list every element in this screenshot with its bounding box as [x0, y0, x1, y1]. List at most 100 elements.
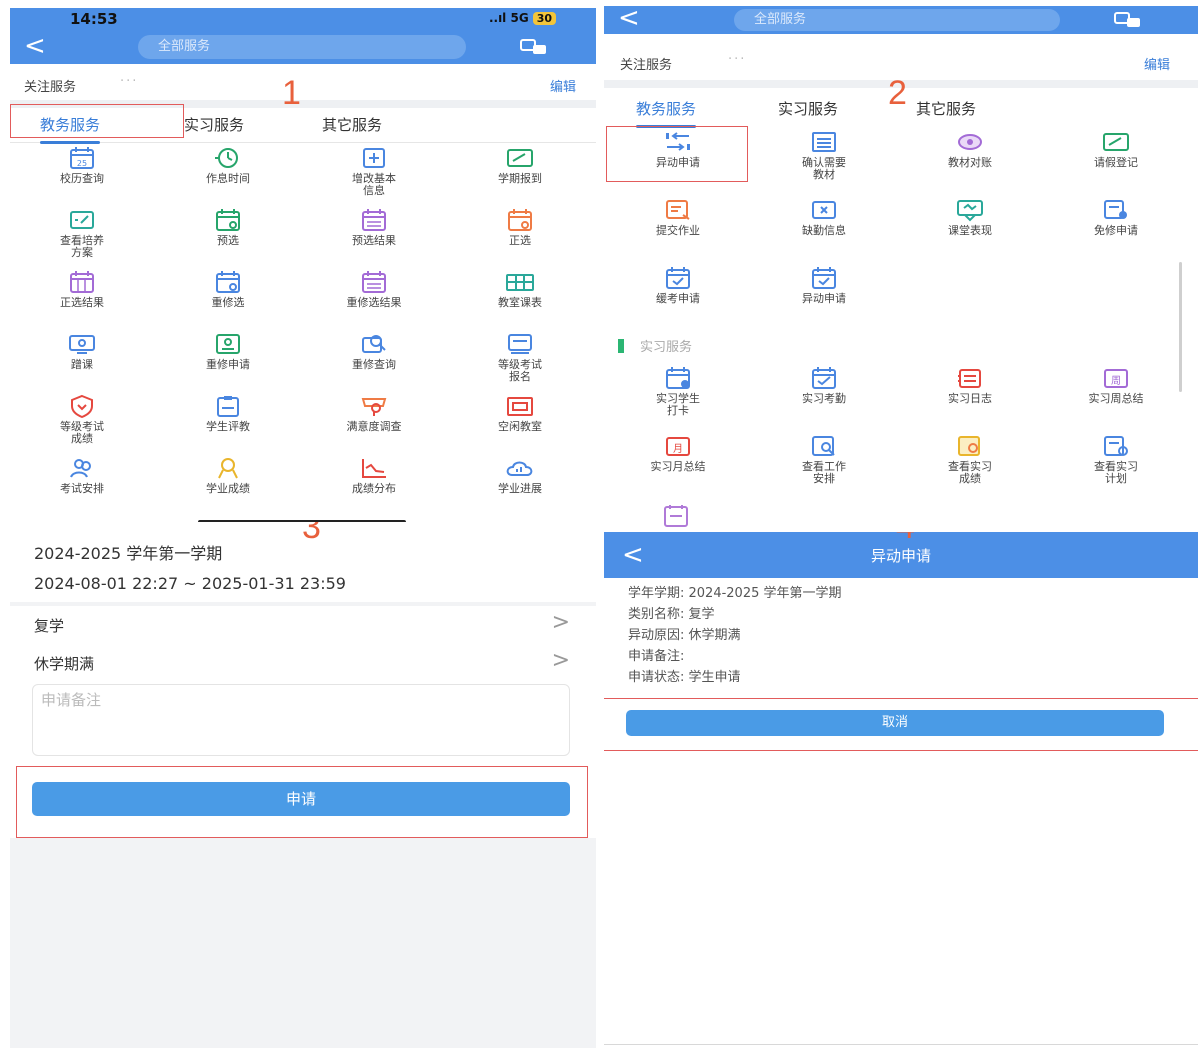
service-item[interactable]: 25 校历查询: [22, 146, 142, 185]
eye-icon: [953, 130, 987, 154]
calendar-check-icon: [661, 266, 695, 290]
tab-internship[interactable]: 实习服务: [184, 114, 244, 135]
service-item[interactable]: 等级考试 报名: [460, 332, 580, 383]
service-item[interactable]: 查看培养 方案: [22, 208, 142, 259]
tab-other[interactable]: 其它服务: [916, 98, 976, 119]
page-title: 异动申请: [870, 547, 931, 565]
service-item-label: 预选结果: [352, 234, 396, 247]
follow-placeholder: ···: [728, 52, 747, 67]
service-item[interactable]: 实习日志: [910, 366, 1030, 405]
service-item[interactable]: 异动申请: [618, 130, 738, 169]
back-icon[interactable]: <: [618, 6, 640, 32]
cancel-button[interactable]: 取消: [626, 710, 1164, 736]
service-item[interactable]: 缺勤信息: [764, 198, 884, 237]
service-item[interactable]: 实习考勤: [764, 366, 884, 405]
search-input[interactable]: 全部服务: [734, 9, 1060, 31]
service-item[interactable]: 请假登记: [1056, 130, 1176, 169]
award-icon: [211, 456, 245, 480]
service-item-label: 蹭课: [71, 358, 93, 371]
service-item[interactable]: 提交作业: [618, 198, 738, 237]
plus-box-icon: [357, 146, 391, 170]
tab-academic[interactable]: 教务服务: [636, 98, 697, 128]
service-item[interactable]: 等级考试 成绩: [22, 394, 142, 445]
reason-select[interactable]: 休学期满 >: [10, 644, 596, 683]
service-item[interactable]: 正选结果: [22, 270, 142, 309]
search-input[interactable]: 全部服务: [138, 35, 466, 59]
service-item[interactable]: 重修申请: [168, 332, 288, 371]
panel-2-service-grid: < 全部服务 关注服务 ··· 编辑 教务服务 实习服务 其它服务 异动申请 确认…: [604, 6, 1198, 528]
calendar-icon: [659, 504, 693, 528]
service-item[interactable]: 确认需要 教材: [764, 130, 884, 181]
category-select[interactable]: 复学 >: [10, 606, 596, 645]
scan-icon[interactable]: [1114, 11, 1142, 29]
submit-button[interactable]: 申请: [32, 782, 570, 816]
edit-card-icon: [1099, 130, 1133, 154]
bottom-divider: [604, 1044, 1198, 1045]
service-item-label: 重修查询: [352, 358, 396, 371]
service-item[interactable]: 学期报到: [460, 146, 580, 185]
edit-button[interactable]: 编辑: [550, 76, 576, 95]
step-number-3: 3: [302, 522, 321, 546]
service-item[interactable]: 月实习月总结: [618, 434, 738, 473]
service-item[interactable]: 重修选: [168, 270, 288, 309]
service-item-label: 重修选结果: [346, 296, 402, 309]
service-item[interactable]: 预选: [168, 208, 288, 247]
service-item[interactable]: 学生评教: [168, 394, 288, 433]
service-item[interactable]: 成绩分布: [314, 456, 434, 495]
service-item[interactable]: 教室课表: [460, 270, 580, 309]
service-item-label: 预选: [217, 234, 239, 247]
remark-textarea[interactable]: 申请备注: [32, 684, 570, 756]
status-bar: 14:53 ..ıl 5G 30: [10, 8, 596, 32]
chevron-right-icon: >: [551, 648, 570, 673]
calendar-25-icon: 25: [65, 146, 99, 170]
tab-academic[interactable]: 教务服务: [40, 114, 101, 144]
service-item[interactable]: 异动申请: [764, 266, 884, 305]
service-item[interactable]: 满意度调查: [314, 394, 434, 433]
service-item[interactable]: 查看实习 成绩: [910, 434, 1030, 485]
service-item[interactable]: 空闲教室: [460, 394, 580, 433]
svg-text:周: 周: [1111, 375, 1121, 387]
service-item[interactable]: 课堂表现: [910, 198, 1030, 237]
service-item[interactable]: 重修查询: [314, 332, 434, 371]
service-item-label: 考试安排: [60, 482, 104, 495]
service-item[interactable]: 免修申请: [1056, 198, 1176, 237]
tab-underline: [636, 125, 697, 128]
back-icon[interactable]: <: [24, 32, 46, 60]
edit-button[interactable]: 编辑: [1144, 54, 1170, 73]
scan-icon[interactable]: [520, 38, 548, 56]
clipboard-icon: [211, 394, 245, 418]
service-item[interactable]: 预选结果: [314, 208, 434, 247]
calendar-purple-icon: [357, 270, 391, 294]
service-item[interactable]: 学业成绩: [168, 456, 288, 495]
service-item[interactable]: 教材对账: [910, 130, 1030, 169]
service-item[interactable]: 增改基本 信息: [314, 146, 434, 197]
service-item-partial[interactable]: [630, 504, 722, 528]
service-item[interactable]: 实习学生 打卡: [618, 366, 738, 417]
service-item-label: 查看工作 安排: [802, 460, 846, 485]
tab-internship[interactable]: 实习服务: [778, 98, 838, 119]
service-item[interactable]: 周实习周总结: [1056, 366, 1176, 405]
service-item-label: 实习学生 打卡: [656, 392, 700, 417]
service-item[interactable]: 查看工作 安排: [764, 434, 884, 485]
nav-bar: < 全部服务: [604, 6, 1198, 34]
calendar-check-icon: [807, 266, 841, 290]
service-item-label: 异动申请: [656, 156, 700, 169]
service-item[interactable]: 学业进展: [460, 456, 580, 495]
service-item[interactable]: 蹭课: [22, 332, 142, 371]
service-item-label: 教材对账: [948, 156, 992, 169]
step-number-2: 2: [888, 74, 907, 112]
score-icon: [953, 434, 987, 458]
service-item-label: 查看实习 计划: [1094, 460, 1138, 485]
service-item[interactable]: 缓考申请: [618, 266, 738, 305]
search-doc-icon: [357, 332, 391, 356]
tab-other[interactable]: 其它服务: [322, 114, 382, 135]
service-item[interactable]: 查看实习 计划: [1056, 434, 1176, 485]
service-item[interactable]: 考试安排: [22, 456, 142, 495]
service-item[interactable]: 作息时间: [168, 146, 288, 185]
scrollbar[interactable]: [1179, 262, 1182, 392]
service-item-label: 重修申请: [206, 358, 250, 371]
service-item-label: 学业成绩: [206, 482, 250, 495]
submit-area: 申请: [10, 762, 596, 838]
service-item[interactable]: 正选: [460, 208, 580, 247]
service-item[interactable]: 重修选结果: [314, 270, 434, 309]
